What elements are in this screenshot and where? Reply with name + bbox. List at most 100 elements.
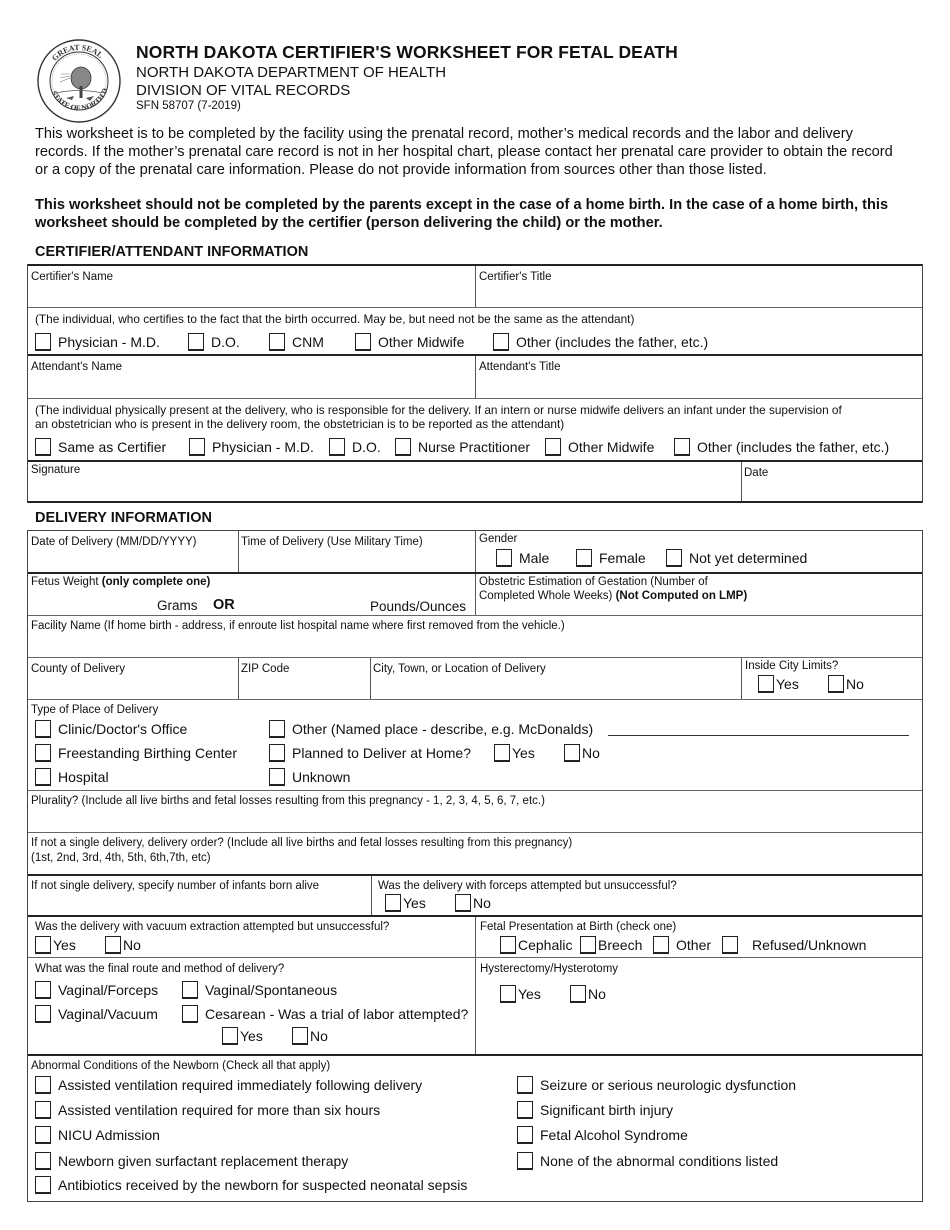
checkbox[interactable]: [564, 744, 580, 762]
attendant-option-other[interactable]: Other (includes the father, etc.): [674, 437, 889, 457]
gender-option-female[interactable]: Female: [576, 548, 646, 568]
checkbox[interactable]: [35, 744, 51, 762]
checkbox[interactable]: [395, 438, 411, 456]
checkbox[interactable]: [35, 936, 51, 954]
checkbox[interactable]: [35, 1152, 51, 1170]
checkbox[interactable]: [653, 936, 669, 954]
certifier-option-do[interactable]: D.O.: [188, 332, 240, 352]
certifier-option-other[interactable]: Other (includes the father, etc.): [493, 332, 708, 352]
route-vaginal-spontaneous[interactable]: Vaginal/Spontaneous: [182, 980, 337, 1000]
route-vaginal-vacuum[interactable]: Vaginal/Vacuum: [35, 1004, 158, 1024]
attendant-option-physician-md[interactable]: Physician - M.D.: [189, 437, 314, 457]
place-option-clinic[interactable]: Clinic/Doctor's Office: [35, 719, 187, 739]
abnormal-birth-injury[interactable]: Significant birth injury: [517, 1100, 673, 1120]
route-cesarean[interactable]: Cesarean - Was a trial of labor attempte…: [182, 1004, 468, 1024]
checkbox[interactable]: [545, 438, 561, 456]
attendant-option-other-midwife[interactable]: Other Midwife: [545, 437, 654, 457]
checkbox[interactable]: [666, 549, 682, 567]
checkbox[interactable]: [722, 936, 738, 954]
date-field[interactable]: Date: [741, 462, 922, 503]
checkbox[interactable]: [500, 985, 516, 1003]
checkbox[interactable]: [189, 438, 205, 456]
checkbox[interactable]: [828, 675, 844, 693]
abnormal-nicu-admission[interactable]: NICU Admission: [35, 1125, 160, 1145]
abnormal-none[interactable]: None of the abnormal conditions listed: [517, 1151, 778, 1171]
checkbox[interactable]: [329, 438, 345, 456]
gender-option-not-yet-determined[interactable]: Not yet determined: [666, 548, 807, 568]
certifier-title-field[interactable]: Certifier's Title: [475, 266, 922, 307]
infants-born-alive-field[interactable]: If not single delivery, specify number o…: [28, 876, 371, 915]
checkbox[interactable]: [222, 1027, 238, 1045]
checkbox[interactable]: [517, 1076, 533, 1094]
vacuum-no[interactable]: No: [105, 935, 141, 955]
planned-home-no[interactable]: No: [564, 743, 600, 763]
abnormal-surfactant-therapy[interactable]: Newborn given surfactant replacement the…: [35, 1151, 348, 1171]
place-option-birthing-center[interactable]: Freestanding Birthing Center: [35, 743, 237, 763]
checkbox[interactable]: [35, 981, 51, 999]
city-field[interactable]: City, Town, or Location of Delivery: [370, 658, 741, 699]
checkbox[interactable]: [35, 768, 51, 786]
attendant-option-do[interactable]: D.O.: [329, 437, 381, 457]
checkbox[interactable]: [35, 1005, 51, 1023]
hysterectomy-no[interactable]: No: [570, 984, 606, 1004]
certifier-option-other-midwife[interactable]: Other Midwife: [355, 332, 464, 352]
checkbox[interactable]: [385, 894, 401, 912]
checkbox[interactable]: [517, 1126, 533, 1144]
checkbox[interactable]: [35, 720, 51, 738]
checkbox[interactable]: [500, 936, 516, 954]
place-option-hospital[interactable]: Hospital: [35, 767, 109, 787]
gestation-field[interactable]: Obstetric Estimation of Gestation (Numbe…: [475, 574, 922, 615]
abnormal-fetal-alcohol-syndrome[interactable]: Fetal Alcohol Syndrome: [517, 1125, 688, 1145]
place-option-unknown[interactable]: Unknown: [269, 767, 350, 787]
route-vaginal-forceps[interactable]: Vaginal/Forceps: [35, 980, 158, 1000]
other-place-description-input[interactable]: [608, 735, 909, 736]
plurality-field[interactable]: Plurality? (Include all live births and …: [28, 791, 922, 832]
certifier-option-cnm[interactable]: CNM: [269, 332, 324, 352]
checkbox[interactable]: [269, 744, 285, 762]
checkbox[interactable]: [182, 981, 198, 999]
checkbox[interactable]: [269, 720, 285, 738]
certifier-name-field[interactable]: Certifier's Name: [28, 266, 475, 307]
checkbox[interactable]: [758, 675, 774, 693]
place-option-other-named[interactable]: Other (Named place - describe, e.g. McDo…: [269, 719, 593, 739]
checkbox[interactable]: [105, 936, 121, 954]
attendant-option-same-as-certifier[interactable]: Same as Certifier: [35, 437, 166, 457]
checkbox[interactable]: [493, 333, 509, 351]
checkbox[interactable]: [580, 936, 596, 954]
checkbox[interactable]: [517, 1101, 533, 1119]
attendant-title-field[interactable]: Attendant's Title: [475, 356, 922, 398]
checkbox[interactable]: [292, 1027, 308, 1045]
checkbox[interactable]: [35, 333, 51, 351]
checkbox[interactable]: [674, 438, 690, 456]
checkbox[interactable]: [570, 985, 586, 1003]
presentation-refused-unknown[interactable]: Refused/Unknown: [722, 935, 866, 955]
county-of-delivery-field[interactable]: County of Delivery: [28, 658, 238, 699]
checkbox[interactable]: [576, 549, 592, 567]
attendant-option-nurse-practitioner[interactable]: Nurse Practitioner: [395, 437, 530, 457]
checkbox[interactable]: [35, 438, 51, 456]
forceps-yes[interactable]: Yes: [385, 893, 426, 913]
vacuum-yes[interactable]: Yes: [35, 935, 76, 955]
date-of-delivery-field[interactable]: Date of Delivery (MM/DD/YYYY): [28, 531, 238, 572]
attendant-name-field[interactable]: Attendant's Name: [28, 356, 475, 398]
city-limits-yes[interactable]: Yes: [758, 674, 799, 694]
checkbox[interactable]: [35, 1076, 51, 1094]
certifier-option-physician-md[interactable]: Physician - M.D.: [35, 332, 160, 352]
abnormal-assisted-ventilation-immediate[interactable]: Assisted ventilation required immediatel…: [35, 1075, 422, 1095]
checkbox[interactable]: [517, 1152, 533, 1170]
presentation-other[interactable]: Other: [653, 935, 711, 955]
forceps-no[interactable]: No: [455, 893, 491, 913]
abnormal-antibiotics-sepsis[interactable]: Antibiotics received by the newborn for …: [35, 1175, 467, 1195]
planned-home-yes[interactable]: Yes: [494, 743, 535, 763]
delivery-order-field[interactable]: If not a single delivery, delivery order…: [28, 833, 922, 874]
checkbox[interactable]: [269, 768, 285, 786]
gender-option-male[interactable]: Male: [496, 548, 549, 568]
abnormal-assisted-ventilation-six-hours[interactable]: Assisted ventilation required for more t…: [35, 1100, 380, 1120]
checkbox[interactable]: [35, 1126, 51, 1144]
place-option-planned-home[interactable]: Planned to Deliver at Home?: [269, 743, 471, 763]
checkbox[interactable]: [35, 1101, 51, 1119]
checkbox[interactable]: [182, 1005, 198, 1023]
trial-labor-no[interactable]: No: [292, 1026, 328, 1046]
checkbox[interactable]: [355, 333, 371, 351]
hysterectomy-yes[interactable]: Yes: [500, 984, 541, 1004]
